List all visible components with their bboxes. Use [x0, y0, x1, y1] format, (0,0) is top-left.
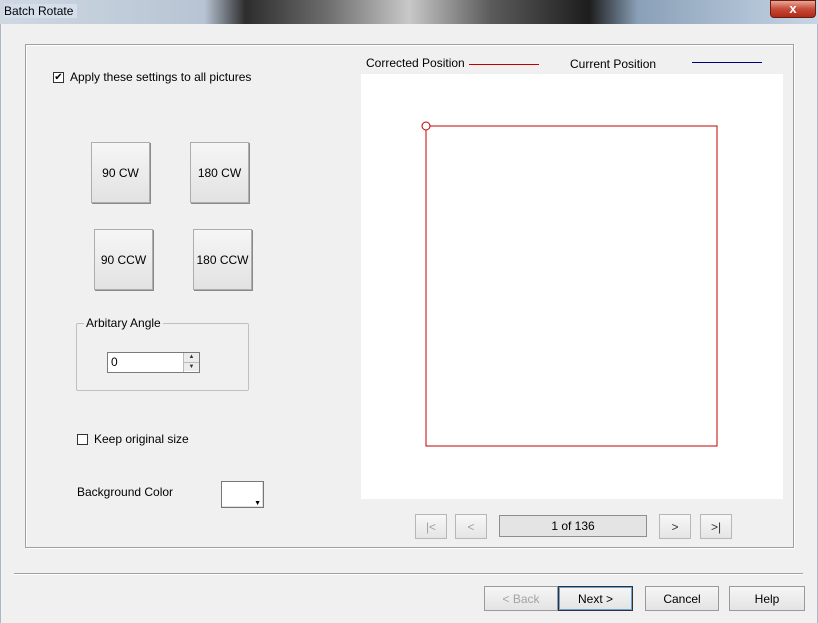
corrected-position-label: Corrected Position: [366, 56, 465, 70]
close-button[interactable]: x: [770, 0, 816, 18]
preview-drawing: [421, 121, 718, 447]
footer-separator: [14, 573, 803, 575]
spin-up-icon[interactable]: ▲: [184, 353, 199, 362]
keep-size-row[interactable]: Keep original size: [77, 432, 189, 446]
next-page-button[interactable]: >: [659, 514, 691, 539]
arbitrary-angle-label: Arbitary Angle: [84, 316, 163, 330]
rotate-90-ccw-button[interactable]: 90 CCW: [94, 229, 153, 290]
last-page-button[interactable]: >|: [700, 514, 732, 539]
help-button[interactable]: Help: [729, 586, 805, 611]
apply-all-checkbox[interactable]: ✔: [53, 71, 64, 83]
cancel-button[interactable]: Cancel: [645, 586, 719, 611]
next-button[interactable]: Next >: [558, 586, 633, 611]
window-title: Batch Rotate: [4, 4, 78, 18]
title-bar: Batch Rotate x: [0, 0, 818, 24]
prev-page-button[interactable]: <: [455, 514, 487, 539]
preview-canvas: [361, 74, 783, 499]
keep-size-checkbox[interactable]: [77, 433, 88, 445]
current-position-line: [692, 62, 762, 63]
angle-input[interactable]: 0: [111, 355, 118, 369]
corrected-position-line: [469, 64, 539, 65]
spin-down-icon[interactable]: ▼: [184, 362, 199, 371]
first-page-icon: |<: [425, 519, 437, 534]
corrected-position-rect: [425, 125, 718, 447]
prev-page-icon: <: [467, 519, 475, 534]
close-icon: x: [789, 1, 797, 16]
arbitrary-angle-group: Arbitary Angle 0 ▲ ▼: [76, 316, 249, 391]
angle-spinner[interactable]: 0 ▲ ▼: [107, 352, 200, 373]
spinner-arrows[interactable]: ▲ ▼: [183, 353, 199, 372]
rotate-180-ccw-button[interactable]: 180 CCW: [193, 229, 252, 290]
keep-size-label: Keep original size: [94, 432, 189, 446]
dropdown-arrow-icon: ▼: [254, 500, 261, 507]
rotation-handle[interactable]: [421, 121, 431, 131]
apply-all-row[interactable]: ✔ Apply these settings to all pictures: [53, 70, 251, 84]
back-button[interactable]: < Back: [484, 586, 558, 611]
next-page-icon: >: [671, 519, 679, 534]
current-position-label: Current Position: [570, 57, 657, 71]
rotate-90-cw-button[interactable]: 90 CW: [91, 142, 150, 203]
rotate-180-cw-button[interactable]: 180 CW: [190, 142, 249, 203]
first-page-button[interactable]: |<: [415, 514, 447, 539]
apply-all-label: Apply these settings to all pictures: [70, 70, 252, 84]
background-color-label: Background Color: [77, 485, 174, 499]
background-color-picker[interactable]: ▼: [221, 481, 264, 508]
last-page-icon: >|: [710, 519, 722, 534]
page-indicator: 1 of 136: [499, 515, 647, 537]
